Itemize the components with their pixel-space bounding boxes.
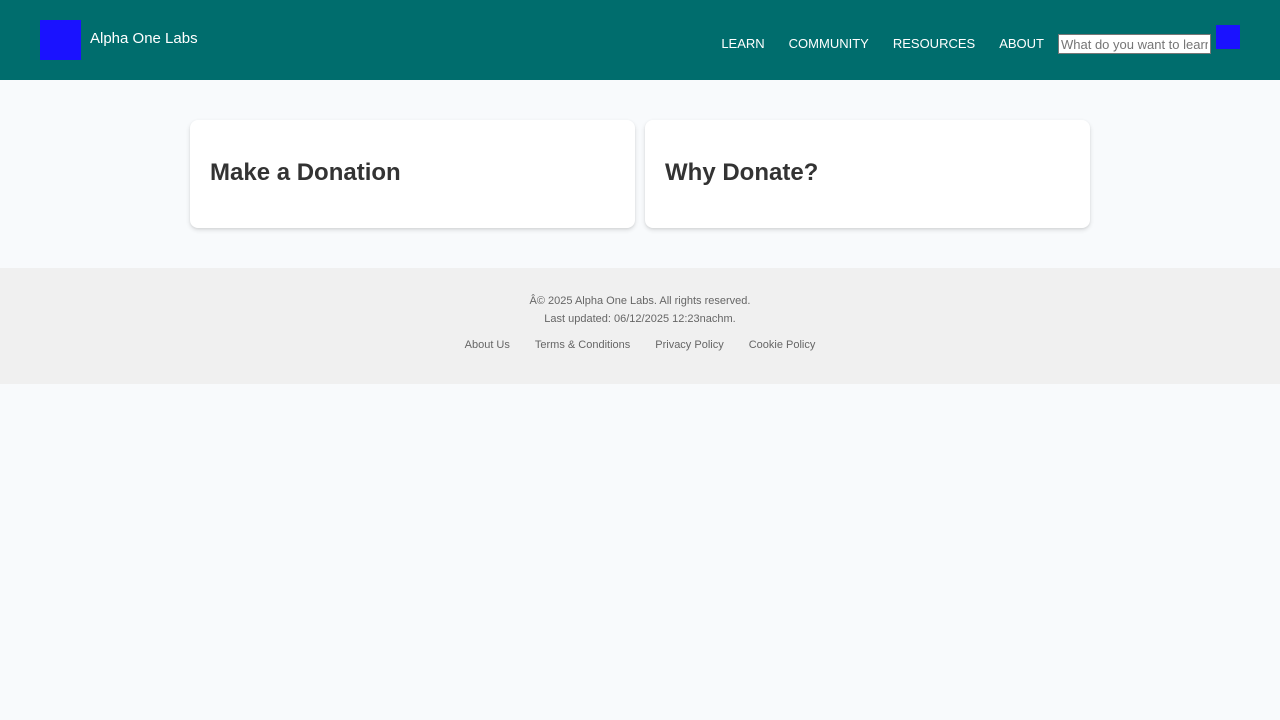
nav-community[interactable]: COMMUNITY <box>789 36 869 52</box>
brand-name: Alpha One Labs <box>90 30 198 47</box>
main-nav: LEARN COMMUNITY RESOURCES ABOUT <box>721 25 1240 54</box>
why-donate-card: Why Donate? <box>645 120 1090 228</box>
last-updated-text: Last updated: 06/12/2025 12:23nachm. <box>544 313 736 325</box>
search-icon[interactable] <box>1216 25 1240 49</box>
site-footer: Â© 2025 Alpha One Labs. All rights reser… <box>0 268 1280 384</box>
main-content: Make a Donation Why Donate? <box>190 120 1090 228</box>
copyright-text: Â© 2025 Alpha One Labs. All rights reser… <box>529 295 751 307</box>
footer-link-privacy[interactable]: Privacy Policy <box>655 336 723 354</box>
footer-link-terms[interactable]: Terms & Conditions <box>535 336 630 354</box>
site-header: Alpha One Labs LEARN COMMUNITY RESOURCES… <box>0 0 1280 80</box>
nav-about[interactable]: ABOUT <box>999 36 1044 52</box>
donation-card-title: Make a Donation <box>210 159 401 186</box>
footer-link-about[interactable]: About Us <box>465 336 510 354</box>
nav-learn[interactable]: LEARN <box>721 36 764 52</box>
home-link[interactable]: Alpha One Labs <box>40 20 198 60</box>
logo-icon <box>40 20 81 60</box>
search-input[interactable] <box>1058 34 1211 54</box>
footer-link-cookies[interactable]: Cookie Policy <box>749 336 816 354</box>
why-donate-card-title: Why Donate? <box>665 159 819 186</box>
nav-resources[interactable]: RESOURCES <box>893 36 975 52</box>
footer-links: About Us Terms & Conditions Privacy Poli… <box>0 336 1280 354</box>
donation-card: Make a Donation <box>190 120 635 228</box>
